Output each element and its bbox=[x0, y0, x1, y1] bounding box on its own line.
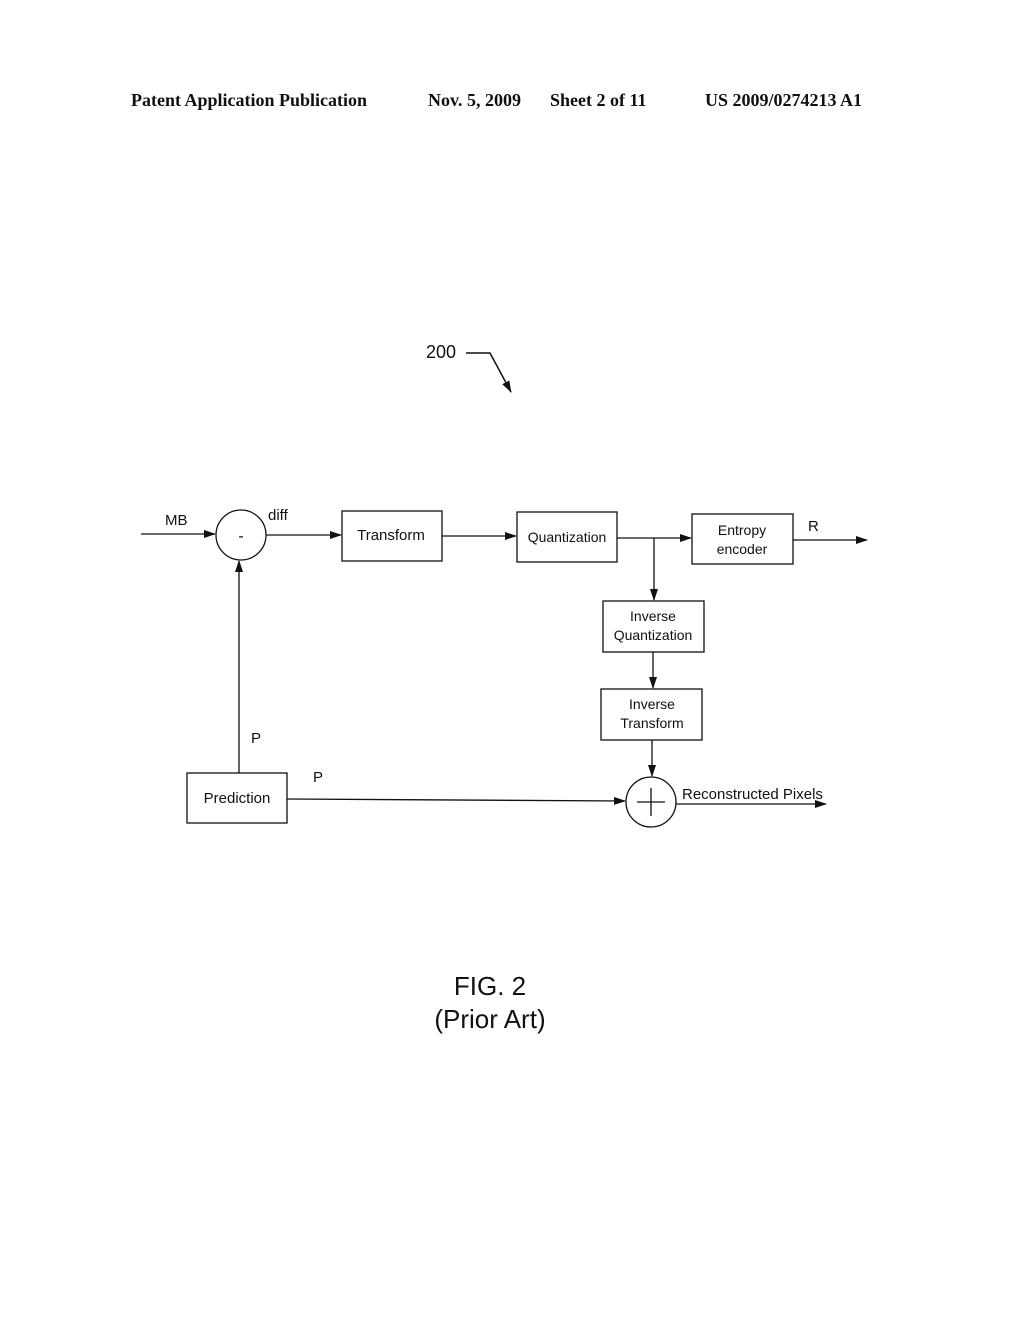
diff-label: diff bbox=[268, 507, 289, 524]
reference-number: 200 bbox=[426, 342, 456, 362]
inverse-quant-label-line1: Inverse bbox=[630, 608, 676, 624]
p-label-horizontal: P bbox=[313, 769, 323, 786]
mb-label: MB bbox=[165, 512, 188, 529]
block-diagram: 200 MB - diff Transform Quantization Ent… bbox=[141, 342, 868, 1034]
transform-label: Transform bbox=[357, 527, 425, 544]
reference-arrow bbox=[466, 352, 512, 393]
inverse-transform-label-line1: Inverse bbox=[629, 696, 675, 712]
figure-caption: FIG. 2 bbox=[454, 971, 526, 1001]
prediction-to-adder-arrow bbox=[286, 796, 626, 805]
r-label: R bbox=[808, 518, 819, 535]
reconstructed-pixels-label: Reconstructed Pixels bbox=[682, 786, 823, 803]
entropy-label-line1: Entropy bbox=[718, 522, 766, 538]
subtractor-symbol: - bbox=[238, 528, 243, 545]
prediction-label: Prediction bbox=[204, 790, 271, 807]
inverse-transform-label-line2: Transform bbox=[620, 715, 683, 731]
p-label-vertical: P bbox=[251, 730, 261, 747]
figure-subcaption: (Prior Art) bbox=[434, 1004, 545, 1034]
entropy-label-line2: encoder bbox=[717, 541, 768, 557]
inverse-quant-label-line2: Quantization bbox=[614, 627, 693, 643]
quantization-label: Quantization bbox=[528, 529, 607, 545]
